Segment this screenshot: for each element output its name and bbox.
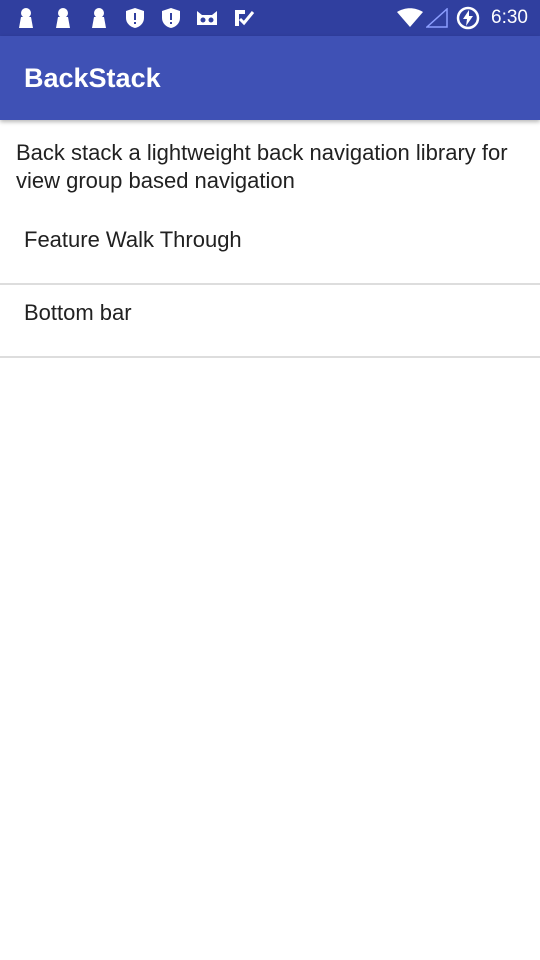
app-bar: BackStack [0,36,540,120]
notification-icon [90,7,108,34]
shield-icon [125,7,145,34]
notification-icon [17,7,35,34]
app-title: BackStack [24,63,161,93]
notification-icon [54,7,72,34]
battery-charging-icon [456,6,480,35]
list-item-feature-walk-through[interactable]: Feature Walk Through [0,212,540,285]
list-item-label: Feature Walk Through [24,227,242,252]
signal-icon [425,7,448,33]
list-item-bottom-bar[interactable]: Bottom bar [0,285,540,358]
cat-icon [195,7,219,34]
description-text: Back stack a lightweight back navigation… [16,140,508,193]
list-item-label: Bottom bar [24,300,132,325]
status-bar: 6:30 [0,0,540,36]
check-icon [233,7,255,34]
wifi-icon [397,8,423,33]
shield-icon [161,7,181,34]
status-clock: 6:30 [491,7,528,28]
